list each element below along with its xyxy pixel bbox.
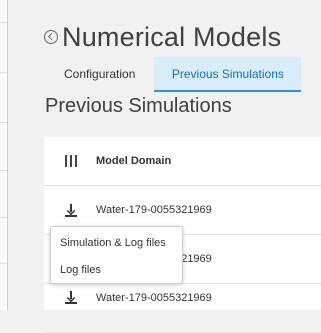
strip-divider	[0, 22, 7, 23]
menu-item-log-files[interactable]: Log files	[51, 257, 182, 284]
download-icon[interactable]	[65, 203, 77, 217]
page-title: Numerical Models	[62, 22, 282, 52]
back-icon[interactable]	[44, 29, 58, 44]
column-header-model-domain[interactable]: Model Domain	[96, 155, 171, 167]
download-icon[interactable]	[65, 291, 77, 304]
menu-item-simulation-and-log-files[interactable]: Simulation & Log files	[51, 230, 182, 257]
left-navigation-strip	[0, 0, 8, 310]
table-row: Water-179-0055321969	[44, 284, 321, 333]
table-header-row: Model Domain	[44, 137, 321, 186]
tab-previous-simulations[interactable]: Previous Simulations	[154, 57, 302, 92]
columns-icon[interactable]	[65, 155, 77, 167]
strip-divider	[0, 72, 7, 73]
simulations-table: Model Domain Water-179-0055321969 Water-…	[44, 137, 321, 333]
model-domain-cell: Water-179-0055321969	[96, 292, 212, 304]
title-row: Numerical Models	[44, 22, 281, 53]
numerical-models-panel: Numerical Models Configuration Previous …	[28, 0, 321, 333]
strip-divider	[0, 122, 7, 123]
strip-divider	[0, 217, 7, 218]
model-domain-cell: Water-179-0055321969	[96, 204, 212, 216]
download-options-menu: Simulation & Log files Log files	[50, 226, 183, 284]
strip-divider	[0, 263, 7, 264]
strip-divider	[0, 170, 7, 171]
tab-bar: Configuration Previous Simulations	[45, 57, 302, 92]
tab-configuration[interactable]: Configuration	[45, 57, 154, 92]
section-title: Previous Simulations	[45, 95, 232, 117]
